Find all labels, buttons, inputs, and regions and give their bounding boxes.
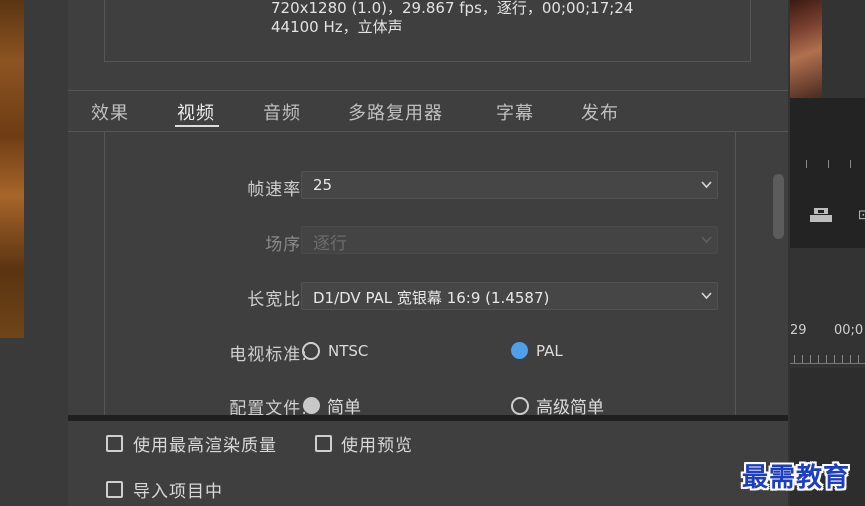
max-quality-checkbox[interactable] — [106, 435, 123, 452]
pal-radio[interactable] — [511, 342, 528, 359]
use-previews-label[interactable]: 使用预览 — [341, 431, 413, 456]
settings-scrollbar[interactable] — [773, 174, 784, 239]
profile-simple-label[interactable]: 简单 — [327, 393, 361, 415]
watermark-logo: 最需教育 — [742, 463, 851, 493]
import-into-project-checkbox[interactable] — [106, 481, 123, 498]
tab-captions[interactable]: 字幕 — [496, 99, 534, 125]
field-order-value: 逐行 — [313, 234, 347, 254]
profile-advanced-radio[interactable] — [511, 397, 529, 415]
marker-ticks — [806, 160, 865, 170]
ntsc-radio[interactable] — [302, 342, 320, 360]
aspect-ratio-label: 长宽比: — [247, 290, 308, 310]
chevron-down-icon — [701, 181, 712, 190]
timecode-label: 29 — [790, 323, 807, 338]
export-summary: 720x1280 (1.0)，29.867 fps，逐行，00;00;17;24… — [104, 0, 751, 62]
frame-rate-value: 25 — [313, 176, 333, 194]
chevron-down-icon — [701, 236, 712, 245]
max-quality-label[interactable]: 使用最高渲染质量 — [133, 431, 277, 456]
time-ruler[interactable] — [790, 348, 865, 364]
aspect-ratio-select[interactable]: D1/DV PAL 宽银幕 16:9 (1.4587) — [301, 282, 718, 310]
field-order-label: 场序: — [265, 235, 308, 255]
frame-rate-select[interactable]: 25 — [301, 171, 718, 199]
settings-icon[interactable]: ⊡ — [858, 208, 865, 223]
tab-video[interactable]: 视频 — [177, 99, 215, 125]
import-into-project-label[interactable]: 导入项目中 — [133, 477, 223, 502]
tab-multiplexer[interactable]: 多路复用器 — [348, 99, 443, 125]
screen: ⊡ 29 00;0 720x1280 (1.0)，29.867 fps，逐行，0… — [0, 0, 865, 506]
export-settings-dialog: 720x1280 (1.0)，29.867 fps，逐行，00;00;17;24… — [68, 0, 788, 506]
export-frame-icon[interactable] — [806, 206, 836, 226]
render-options: 使用最高渲染质量 使用预览 导入项目中 — [68, 421, 788, 506]
tab-publish[interactable]: 发布 — [581, 99, 619, 125]
profile-advanced-label[interactable]: 高级简单 — [536, 393, 604, 415]
ntsc-radio-label[interactable]: NTSC — [328, 342, 368, 360]
tab-effects[interactable]: 效果 — [91, 99, 129, 125]
settings-tabs: 效果 视频 音频 多路复用器 字幕 发布 — [68, 90, 788, 132]
timecode-label: 00;0 — [834, 323, 864, 338]
profile-label: 配置文件: — [229, 399, 308, 415]
video-settings-panel: 帧速率: 25 场序: 逐行 长宽比: D1/DV PAL 宽银幕 16:9 (… — [68, 132, 788, 415]
aspect-ratio-value: D1/DV PAL 宽银幕 16:9 (1.4587) — [313, 289, 550, 307]
chevron-down-icon — [701, 292, 712, 301]
source-thumbnail — [790, 0, 822, 98]
use-previews-checkbox[interactable] — [315, 435, 332, 452]
tab-audio[interactable]: 音频 — [263, 99, 301, 125]
summary-audio-line: 44100 Hz，立体声 — [271, 18, 403, 36]
profile-simple-radio[interactable] — [303, 397, 320, 414]
panel-border — [735, 132, 736, 415]
active-tab-indicator — [175, 125, 219, 127]
panel-border — [104, 132, 105, 415]
tv-standard-label: 电视标准: — [229, 345, 308, 365]
video-preview-strip — [0, 0, 24, 338]
field-order-select: 逐行 — [301, 226, 718, 254]
pal-radio-label[interactable]: PAL — [536, 342, 563, 360]
frame-rate-label: 帧速率: — [247, 180, 308, 200]
